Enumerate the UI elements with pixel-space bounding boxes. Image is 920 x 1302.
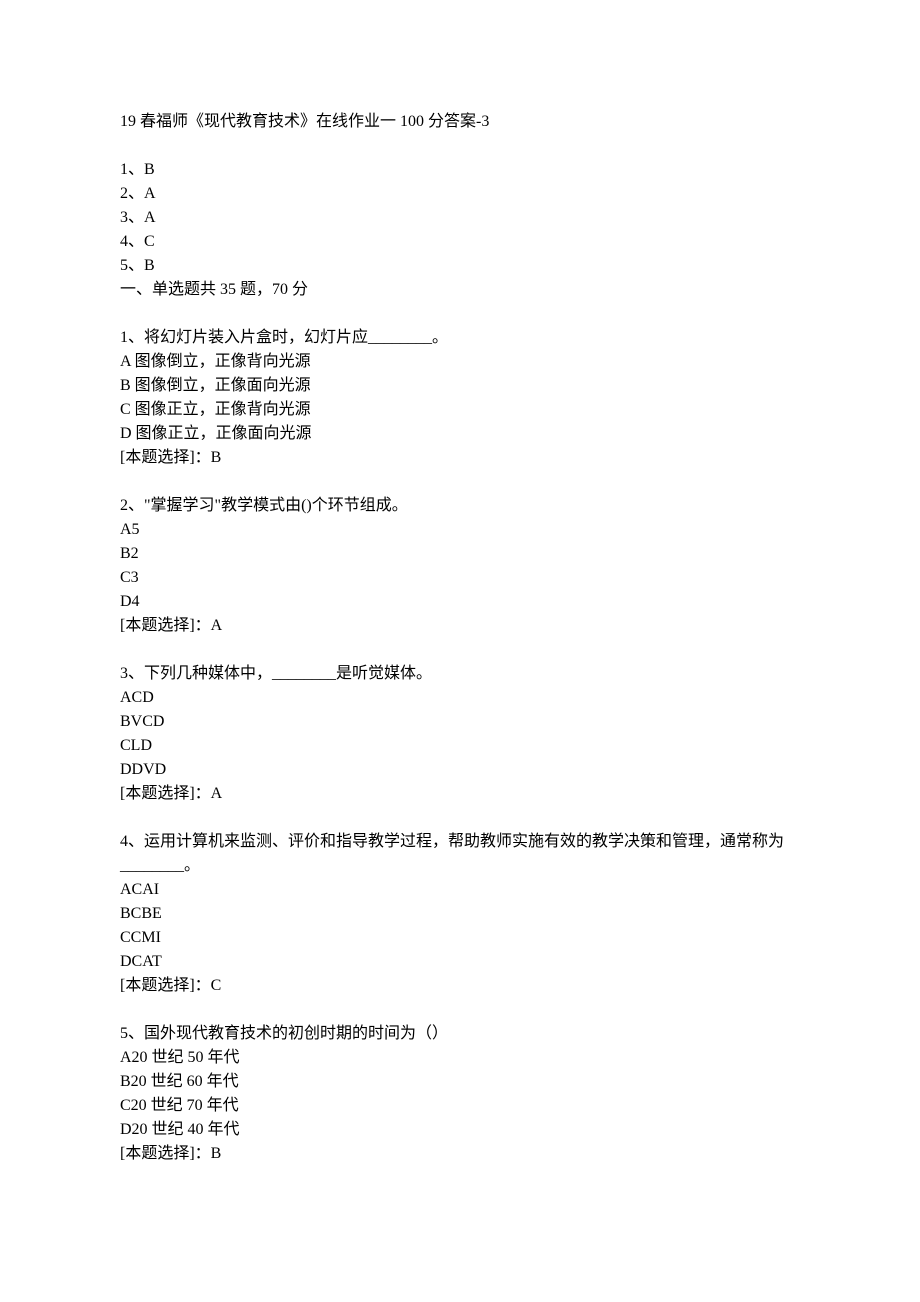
question-option: C20 世纪 70 年代: [120, 1094, 800, 1118]
question-answer: [本题选择]：A: [120, 614, 800, 638]
question-option: C 图像正立，正像背向光源: [120, 398, 800, 422]
section-header: 一、单选题共 35 题，70 分: [120, 278, 800, 302]
spacer: [120, 134, 800, 158]
question-option: C3: [120, 566, 800, 590]
question-stem: 1、将幻灯片装入片盒时，幻灯片应________。: [120, 326, 800, 350]
question-answer: [本题选择]：B: [120, 1142, 800, 1166]
question-answer: [本题选择]：A: [120, 782, 800, 806]
spacer: [120, 806, 800, 830]
question-option: D4: [120, 590, 800, 614]
answer-key-item: 5、B: [120, 254, 800, 278]
question-option: A5: [120, 518, 800, 542]
question-option: D 图像正立，正像面向光源: [120, 422, 800, 446]
question-option: CLD: [120, 734, 800, 758]
document-page: 19 春福师《现代教育技术》在线作业一 100 分答案-3 1、B 2、A 3、…: [0, 0, 920, 1302]
question-stem: 2、"掌握学习"教学模式由()个环节组成。: [120, 494, 800, 518]
question-option: D20 世纪 40 年代: [120, 1118, 800, 1142]
question-option: BCBE: [120, 902, 800, 926]
question-option: BVCD: [120, 710, 800, 734]
question-option: ACD: [120, 686, 800, 710]
question-stem: 4、运用计算机来监测、评价和指导教学过程，帮助教师实施有效的教学决策和管理，通常…: [120, 830, 800, 878]
document-title: 19 春福师《现代教育技术》在线作业一 100 分答案-3: [120, 110, 800, 134]
answer-key-item: 3、A: [120, 206, 800, 230]
spacer: [120, 638, 800, 662]
question-option: A20 世纪 50 年代: [120, 1046, 800, 1070]
question-option: CCMI: [120, 926, 800, 950]
answer-key-item: 4、C: [120, 230, 800, 254]
question-stem: 5、国外现代教育技术的初创时期的时间为（）: [120, 1022, 800, 1046]
question-answer: [本题选择]：C: [120, 974, 800, 998]
question-option: DCAT: [120, 950, 800, 974]
spacer: [120, 302, 800, 326]
spacer: [120, 998, 800, 1022]
question-option: B 图像倒立，正像面向光源: [120, 374, 800, 398]
question-stem: 3、下列几种媒体中，________是听觉媒体。: [120, 662, 800, 686]
question-option: A 图像倒立，正像背向光源: [120, 350, 800, 374]
question-option: B2: [120, 542, 800, 566]
question-answer: [本题选择]：B: [120, 446, 800, 470]
question-option: B20 世纪 60 年代: [120, 1070, 800, 1094]
spacer: [120, 470, 800, 494]
question-option: DDVD: [120, 758, 800, 782]
answer-key-item: 1、B: [120, 158, 800, 182]
answer-key-item: 2、A: [120, 182, 800, 206]
question-option: ACAI: [120, 878, 800, 902]
